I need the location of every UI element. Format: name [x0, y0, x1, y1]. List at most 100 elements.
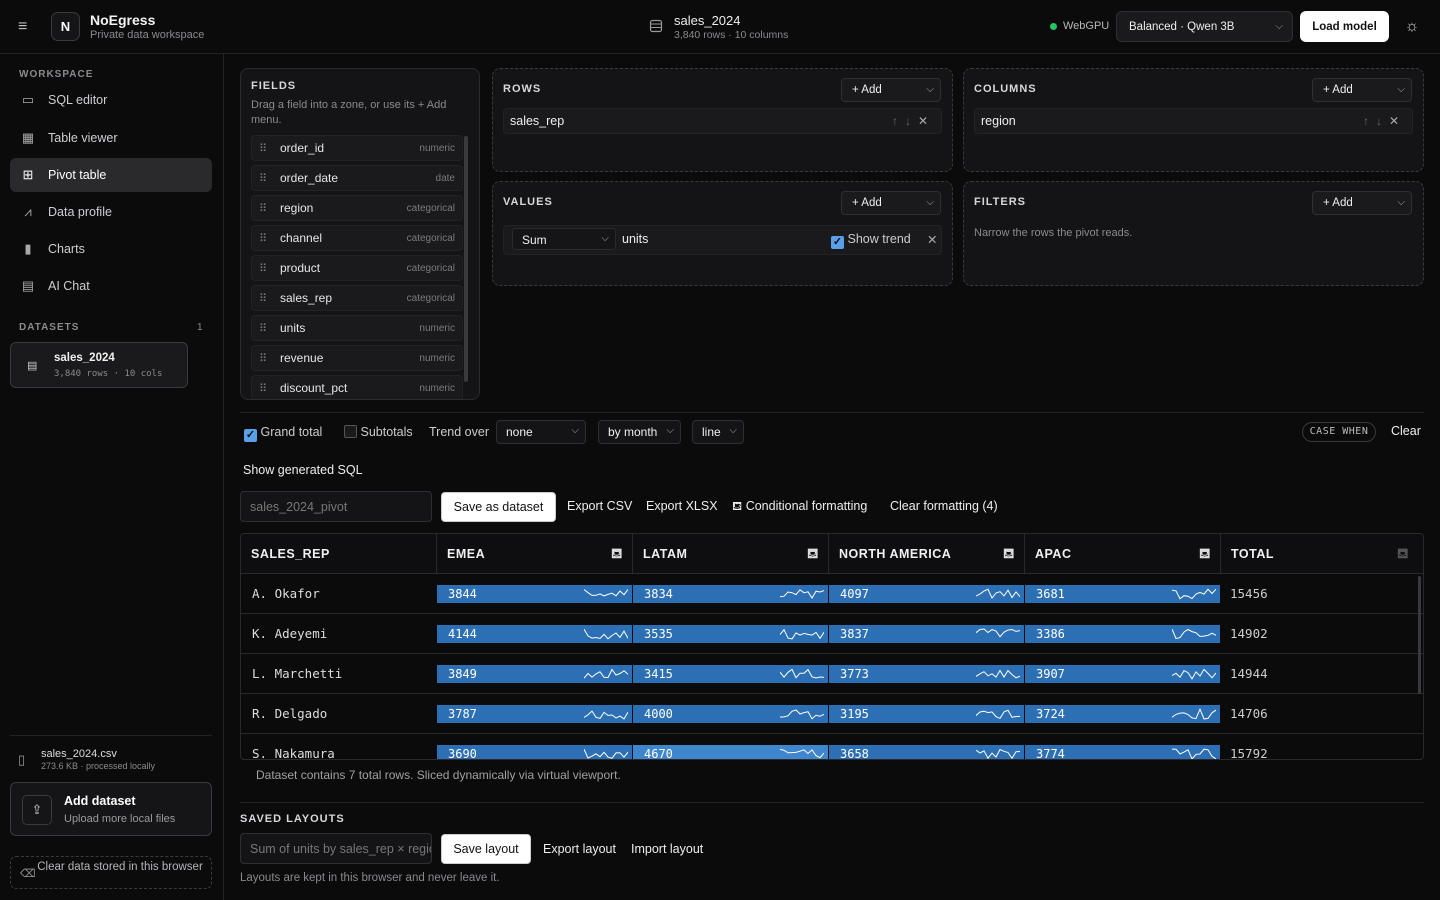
value-cell[interactable]: 3415 — [633, 665, 828, 683]
field-item[interactable]: ⠿ revenue numeric — [251, 345, 463, 371]
nav-ai-chat[interactable]: ▤ AI Chat — [10, 269, 212, 303]
value-cell[interactable]: 3787 — [437, 705, 632, 723]
grand-total-checkbox[interactable] — [244, 429, 257, 442]
drag-handle-icon[interactable]: ⠿ — [254, 352, 272, 365]
theme-toggle-icon[interactable]: ☼ — [1403, 18, 1421, 36]
move-up-icon[interactable]: ↑ — [892, 114, 905, 128]
clear-data-button[interactable]: ⌫ Clear data stored in this browser — [10, 856, 212, 889]
trend-period-select[interactable]: by month ⌵ — [598, 420, 681, 444]
field-item[interactable]: ⠿ sales_rep categorical — [251, 285, 463, 311]
aggregation-select[interactable]: Sum ⌵ — [512, 228, 616, 250]
remove-icon[interactable]: ✕ — [918, 114, 935, 128]
export-xlsx-button[interactable]: Export XLSX — [646, 499, 718, 513]
values-zone[interactable]: VALUES + Add ⌵ Sum ⌵ units Show trend ✕ — [492, 181, 953, 286]
field-item[interactable]: ⠿ units numeric — [251, 315, 463, 341]
drag-handle-icon[interactable]: ⠿ — [254, 232, 272, 245]
drag-handle-icon[interactable]: ⠿ — [254, 322, 272, 335]
filters-zone[interactable]: FILTERS + Add ⌵ Narrow the rows the pivot… — [963, 181, 1424, 286]
value-cell[interactable]: 3773 — [829, 665, 1024, 683]
format-paint-icon[interactable]: ⛾ — [1397, 545, 1409, 564]
grand-total-toggle[interactable]: Grand total — [244, 425, 322, 442]
value-cell[interactable]: 3195 — [829, 705, 1024, 723]
value-cell[interactable]: 3535 — [633, 625, 828, 643]
values-add-button[interactable]: + Add ⌵ — [841, 191, 941, 215]
value-cell[interactable]: 3724 — [1025, 705, 1220, 723]
field-item[interactable]: ⠿ product categorical — [251, 255, 463, 281]
pivot-scrollbar[interactable] — [1418, 576, 1421, 694]
columns-zone[interactable]: COLUMNS + Add ⌵ region ↑↓✕ — [963, 68, 1424, 172]
dataset-card[interactable]: ▤ sales_2024 3,840 rows · 10 cols — [10, 342, 188, 388]
trend-style-select[interactable]: line ⌵ — [692, 420, 744, 444]
col-header-total[interactable]: TOTAL ⛾ — [1221, 534, 1423, 574]
import-layout-button[interactable]: Import layout — [631, 842, 703, 856]
move-down-icon[interactable]: ↓ — [905, 114, 918, 128]
value-cell[interactable]: 3658 — [829, 745, 1024, 759]
values-item[interactable]: Sum ⌵ units Show trend ✕ — [503, 225, 942, 255]
layout-name-input[interactable]: Sum of units by sales_rep × region — [240, 833, 432, 864]
add-dataset-button[interactable]: ⇪ Add dataset Upload more local files — [10, 782, 212, 836]
format-paint-icon[interactable]: ⛾ — [1199, 545, 1211, 564]
dataset-name-input[interactable]: sales_2024_pivot — [240, 491, 432, 522]
nav-charts[interactable]: ▮ Charts — [10, 232, 212, 266]
value-cell[interactable]: 3774 — [1025, 745, 1220, 759]
sidebar-toggle-icon[interactable]: ≡ — [18, 18, 38, 36]
field-item[interactable]: ⠿ region categorical — [251, 195, 463, 221]
field-item[interactable]: ⠿ channel categorical — [251, 225, 463, 251]
rows-zone[interactable]: ROWS + Add ⌵ sales_rep ↑↓✕ — [492, 68, 953, 172]
nav-pivot-table[interactable]: ⊞ Pivot table — [10, 158, 212, 192]
remove-icon[interactable]: ✕ — [927, 232, 937, 247]
field-item[interactable]: ⠿ order_date date — [251, 165, 463, 191]
format-paint-icon[interactable]: ⛾ — [807, 545, 819, 564]
value-cell[interactable]: 3837 — [829, 625, 1024, 643]
col-header-north-america[interactable]: NORTH AMERICA ⛾ — [829, 534, 1025, 574]
drag-handle-icon[interactable]: ⠿ — [254, 262, 272, 275]
columns-item[interactable]: region ↑↓✕ — [974, 108, 1413, 134]
drag-handle-icon[interactable]: ⠿ — [254, 172, 272, 185]
filters-add-button[interactable]: + Add ⌵ — [1312, 191, 1412, 215]
value-cell[interactable]: 3834 — [633, 585, 828, 603]
export-csv-button[interactable]: Export CSV — [567, 499, 632, 513]
value-cell[interactable]: 3844 — [437, 585, 632, 603]
drag-handle-icon[interactable]: ⠿ — [254, 382, 272, 395]
move-down-icon[interactable]: ↓ — [1376, 114, 1389, 128]
value-cell[interactable]: 3386 — [1025, 625, 1220, 643]
col-header-emea[interactable]: EMEA ⛾ — [437, 534, 633, 574]
value-cell[interactable]: 4097 — [829, 585, 1024, 603]
case-when-button[interactable]: CASE WHEN — [1302, 422, 1376, 442]
fields-scrollbar[interactable] — [464, 136, 468, 382]
value-cell[interactable]: 3849 — [437, 665, 632, 683]
show-trend-checkbox[interactable] — [831, 236, 844, 249]
value-cell[interactable]: 4670 — [633, 745, 828, 759]
subtotals-toggle[interactable]: Subtotals — [344, 425, 413, 439]
format-paint-icon[interactable]: ⛾ — [611, 545, 623, 564]
export-layout-button[interactable]: Export layout — [543, 842, 616, 856]
col-header-latam[interactable]: LATAM ⛾ — [633, 534, 829, 574]
save-as-dataset-button[interactable]: Save as dataset — [441, 492, 556, 522]
drag-handle-icon[interactable]: ⠿ — [254, 292, 272, 305]
conditional-formatting-button[interactable]: ⛾ Conditional formatting — [732, 499, 867, 515]
show-sql-button[interactable]: Show generated SQL — [243, 463, 363, 477]
nav-table-viewer[interactable]: ▦ Table viewer — [10, 121, 212, 155]
format-paint-icon[interactable]: ⛾ — [1003, 545, 1015, 564]
field-item[interactable]: ⠿ order_id numeric — [251, 135, 463, 161]
value-cell[interactable]: 3907 — [1025, 665, 1220, 683]
value-cell[interactable]: 3690 — [437, 745, 632, 759]
drag-handle-icon[interactable]: ⠿ — [254, 142, 272, 155]
clear-formatting-button[interactable]: Clear formatting (4) — [890, 499, 998, 513]
remove-icon[interactable]: ✕ — [1389, 114, 1406, 128]
col-header-sales-rep[interactable]: SALES_REP — [241, 534, 437, 574]
rows-item[interactable]: sales_rep ↑↓✕ — [503, 108, 942, 134]
value-cell[interactable]: 4000 — [633, 705, 828, 723]
move-up-icon[interactable]: ↑ — [1363, 114, 1376, 128]
subtotals-checkbox[interactable] — [344, 425, 357, 438]
columns-add-button[interactable]: + Add ⌵ — [1312, 78, 1412, 102]
value-cell[interactable]: 4144 — [437, 625, 632, 643]
nav-data-profile[interactable]: ⩘ Data profile — [10, 195, 212, 229]
trend-field-select[interactable]: none ⌵ — [496, 420, 586, 444]
save-layout-button[interactable]: Save layout — [441, 834, 531, 864]
value-cell[interactable]: 3681 — [1025, 585, 1220, 603]
load-model-button[interactable]: Load model — [1300, 11, 1389, 42]
nav-sql-editor[interactable]: ▭ SQL editor — [10, 83, 212, 117]
field-item[interactable]: ⠿ discount_pct numeric — [251, 375, 463, 399]
show-trend-toggle[interactable]: Show trend — [831, 232, 911, 249]
